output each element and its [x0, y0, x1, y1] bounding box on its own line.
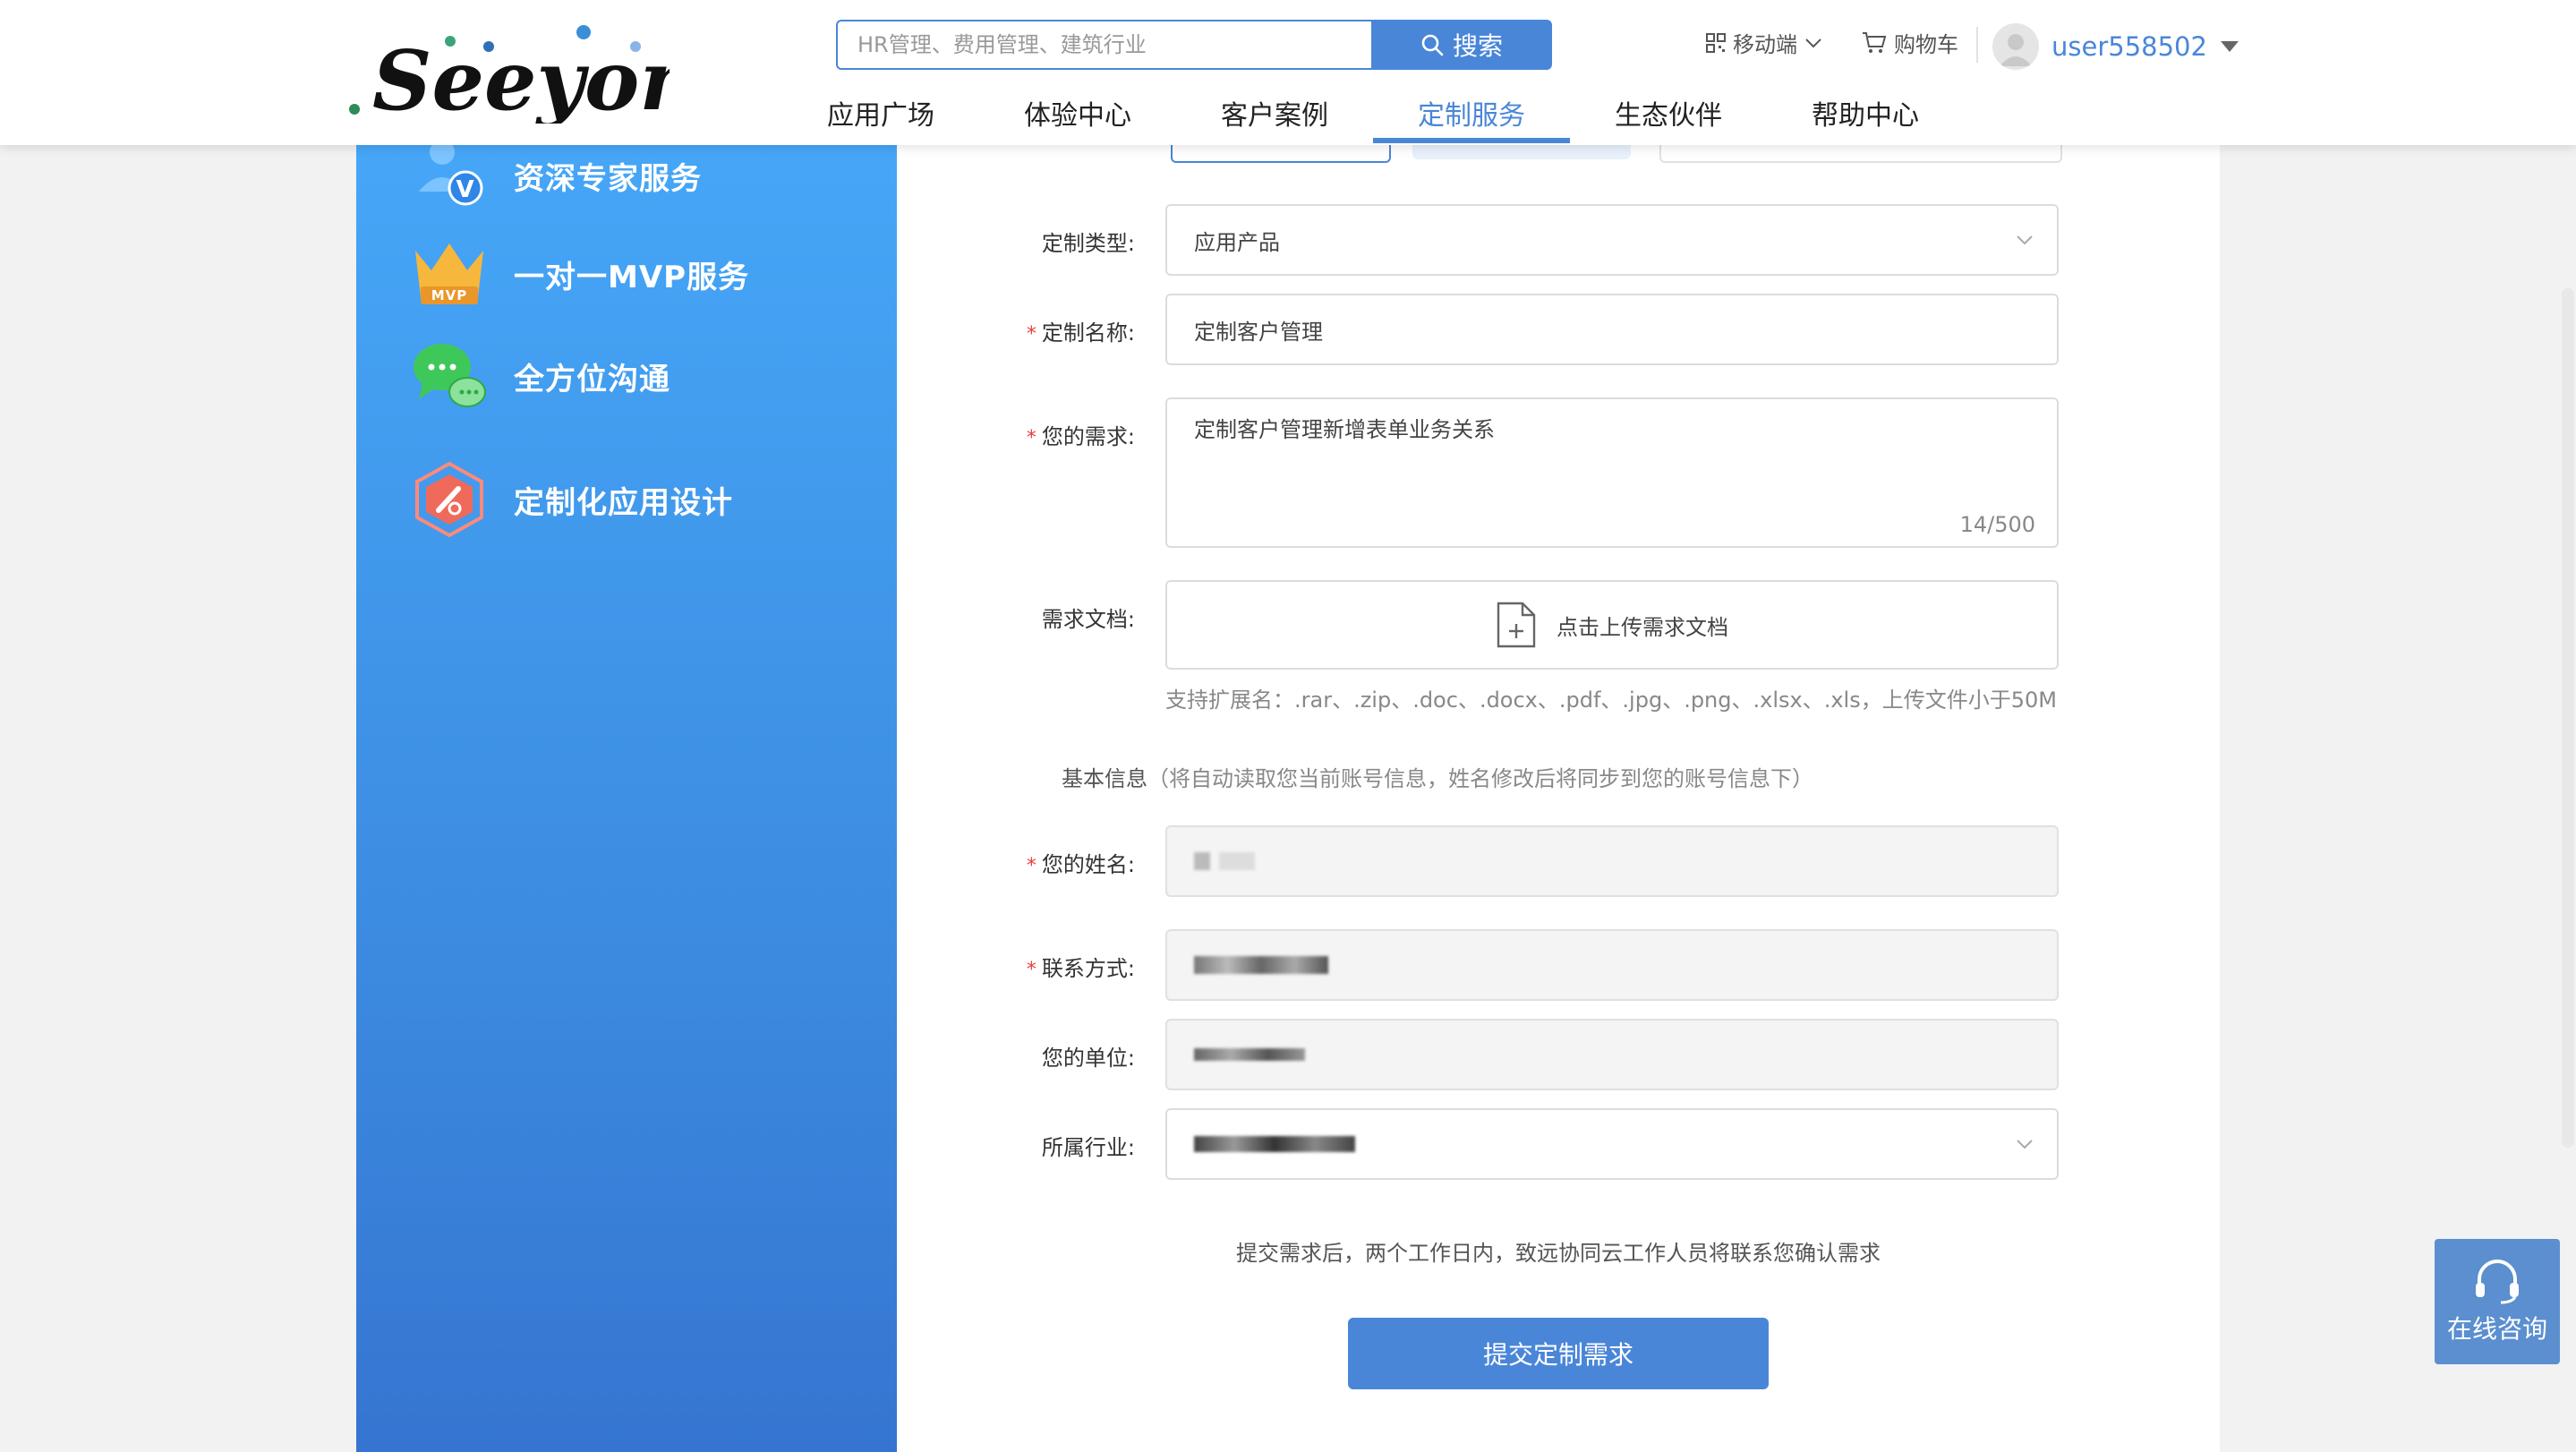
chevron-down-icon	[2017, 1140, 2033, 1149]
header-divider	[1976, 27, 1978, 63]
sidebar-item-mvp: MVP 一对一MVP服务	[410, 235, 749, 313]
service-sidebar: V 资深专家服务 MVP 一对一MVP服务 全方位沟通 定制化应用设计	[356, 140, 897, 1452]
redacted-value	[1194, 1136, 1355, 1152]
search-button-label: 搜索	[1452, 31, 1503, 61]
user-name-input[interactable]	[1165, 825, 2059, 897]
cart-icon	[1863, 31, 1887, 53]
chat-bubbles-icon	[414, 344, 486, 407]
chevron-down-icon	[2017, 235, 2033, 245]
contact-label: * 联系方式:	[1026, 956, 1135, 981]
user-name-label: * 您的姓名:	[1026, 852, 1135, 877]
custom-name-input[interactable]: 定制客户管理	[1165, 294, 2059, 365]
upload-hint: 支持扩展名：.rar、.zip、.doc、.docx、.pdf、.jpg、.pn…	[1165, 688, 2057, 713]
submit-note: 提交需求后，两个工作日内，致远协同云工作人员将联系您确认需求	[1236, 1241, 1881, 1266]
custom-request-form: 定制类型: 应用产品 * 定制名称: 定制客户管理 * 您的需求: 定制客户管理新增…	[897, 145, 2220, 1452]
name-label: * 定制名称:	[1026, 320, 1135, 346]
page-scrollbar[interactable]	[2562, 288, 2574, 1148]
top-header: Seeyon 搜索 移动端 购物车	[0, 0, 2576, 145]
redacted-value	[1194, 1048, 1305, 1061]
search-input[interactable]	[836, 20, 1371, 70]
chevron-down-icon	[1805, 38, 1821, 47]
nav-experience-center[interactable]: 体验中心	[1024, 93, 1131, 145]
requirement-value: 定制客户管理新增表单业务关系	[1194, 417, 1495, 442]
redacted-value	[1194, 852, 1210, 870]
mobile-label: 移动端	[1733, 32, 1797, 57]
sidebar-item-label: 全方位沟通	[514, 361, 670, 397]
cart-link[interactable]: 购物车	[1862, 27, 1958, 58]
sidebar-item-communication: 全方位沟通	[410, 337, 670, 415]
char-counter: 14/500	[1959, 512, 2035, 537]
redacted-value	[1219, 852, 1255, 870]
sidebar-item-expert: V 资深专家服务	[410, 136, 702, 215]
industry-select[interactable]	[1165, 1108, 2059, 1180]
sidebar-item-label: 资深专家服务	[514, 160, 702, 197]
design-hexagon-icon	[415, 461, 483, 538]
redacted-value	[1194, 956, 1328, 974]
nav-app-square[interactable]: 应用广场	[827, 93, 934, 145]
logo-wordmark: Seeyon	[372, 32, 670, 124]
company-input[interactable]	[1165, 1019, 2059, 1090]
tab-remnant[interactable]	[1171, 145, 1391, 163]
custom-name-value: 定制客户管理	[1194, 319, 1323, 345]
upload-document-button[interactable]: 点击上传需求文档	[1165, 580, 2059, 670]
mobile-menu[interactable]: 移动端	[1706, 27, 1822, 58]
doc-label: 需求文档:	[1041, 607, 1135, 632]
sidebar-item-design: 定制化应用设计	[410, 460, 733, 539]
requirement-textarea[interactable]: 定制客户管理新增表单业务关系 14/500	[1165, 397, 2059, 548]
online-consult-button[interactable]: 在线咨询	[2435, 1239, 2560, 1364]
caret-down-icon	[2220, 41, 2239, 52]
upload-label: 点击上传需求文档	[1557, 614, 1728, 640]
nav-help-center[interactable]: 帮助中心	[1812, 93, 1919, 145]
qr-code-icon	[1706, 32, 1726, 53]
consult-label: 在线咨询	[2446, 1314, 2547, 1344]
username: user558502	[2051, 31, 2207, 62]
mvp-badge-text: MVP	[431, 287, 468, 303]
tab-remnant[interactable]	[1412, 145, 1631, 159]
tab-remnant[interactable]	[1659, 145, 2062, 163]
expert-icon: V	[419, 140, 483, 206]
type-value: 应用产品	[1194, 229, 1280, 255]
search-icon	[1421, 34, 1444, 56]
search-button[interactable]: 搜索	[1371, 20, 1552, 70]
file-add-icon	[1497, 602, 1536, 648]
user-menu[interactable]: user558502	[1992, 23, 2239, 70]
contact-input[interactable]	[1165, 929, 2059, 1001]
svg-text:V: V	[456, 176, 474, 203]
nav-eco-partners[interactable]: 生态伙伴	[1615, 93, 1722, 145]
mvp-crown-icon: MVP	[415, 243, 483, 304]
sidebar-item-label: 定制化应用设计	[514, 484, 733, 521]
user-avatar-icon	[2000, 34, 2032, 66]
avatar	[1992, 23, 2039, 70]
headset-icon	[2476, 1260, 2519, 1304]
need-label: * 您的需求:	[1026, 424, 1135, 449]
industry-label: 所属行业:	[1041, 1135, 1135, 1160]
nav-customer-cases[interactable]: 客户案例	[1221, 93, 1328, 145]
nav-active-indicator	[1373, 138, 1570, 143]
basic-info-heading: 基本信息（将自动读取您当前账号信息，姓名修改后将同步到您的账号信息下）	[1062, 766, 1813, 791]
type-label: 定制类型:	[1041, 231, 1135, 256]
seeyon-logo[interactable]: Seeyon	[347, 16, 670, 124]
type-select[interactable]: 应用产品	[1165, 204, 2059, 276]
submit-request-button[interactable]: 提交定制需求	[1348, 1318, 1769, 1389]
sidebar-item-label: 一对一MVP服务	[514, 259, 750, 295]
cart-label: 购物车	[1894, 32, 1958, 57]
company-label: 您的单位:	[1041, 1046, 1135, 1071]
